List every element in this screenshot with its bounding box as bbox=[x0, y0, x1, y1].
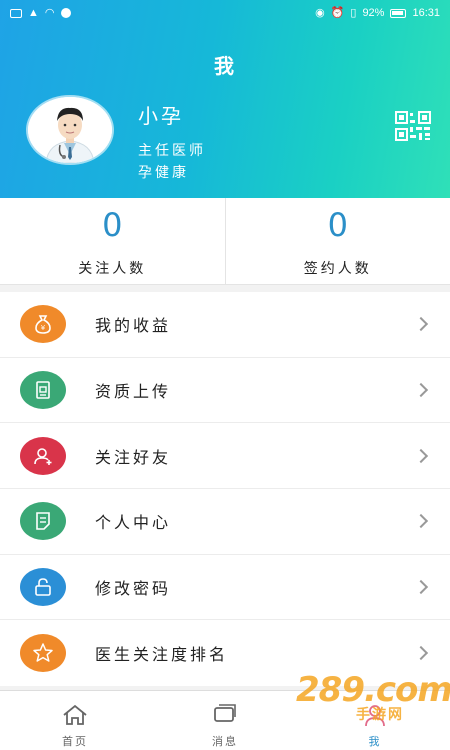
message-icon bbox=[214, 704, 236, 722]
menu-label: 资质上传 bbox=[95, 384, 172, 402]
tab-home[interactable]: 首页 bbox=[0, 691, 150, 750]
user-name: 小孕 bbox=[138, 106, 184, 128]
user-org: 孕健康 bbox=[138, 164, 189, 180]
watermark-sub: 手游网 bbox=[356, 707, 404, 723]
status-time: 16:31 bbox=[412, 7, 440, 19]
battery-percent: 92% bbox=[362, 7, 385, 19]
chevron-right-icon bbox=[413, 580, 429, 595]
menu-item-change-password[interactable]: 修改密码 bbox=[0, 555, 450, 621]
stat-contracts-value: 0 bbox=[327, 206, 348, 244]
certificate-icon bbox=[20, 371, 66, 410]
money-bag-icon: ¥ bbox=[20, 305, 66, 344]
user-title: 主任医师 bbox=[138, 142, 206, 158]
menu-label: 我的收益 bbox=[95, 318, 172, 336]
tab-label: 消息 bbox=[212, 736, 238, 748]
stat-contracts[interactable]: 0 签约人数 bbox=[224, 198, 450, 284]
star-icon bbox=[20, 634, 66, 673]
menu-item-earnings[interactable]: ¥ 我的收益 bbox=[0, 292, 450, 358]
battery-icon bbox=[390, 8, 407, 18]
sim-icon bbox=[10, 8, 22, 18]
menu-item-personal-center[interactable]: 个人中心 bbox=[0, 489, 450, 555]
watermark-logo: 289.com 手游网 bbox=[296, 670, 450, 723]
chevron-right-icon bbox=[413, 317, 429, 332]
stat-followers-label: 关注人数 bbox=[78, 260, 147, 276]
menu-label: 医生关注度排名 bbox=[95, 647, 229, 665]
lock-icon bbox=[20, 568, 66, 607]
chevron-right-icon bbox=[413, 448, 429, 463]
wifi-icon: ◠ bbox=[44, 6, 55, 19]
stat-followers[interactable]: 0 关注人数 bbox=[0, 198, 225, 284]
menu-label: 关注好友 bbox=[95, 449, 172, 467]
signal-icon: ▲ bbox=[28, 6, 39, 19]
svg-text:¥: ¥ bbox=[41, 324, 46, 332]
notification-icon bbox=[60, 8, 71, 18]
status-bar: ▲ ◠ ◉ ⏰ ▯ 92% 16:31 bbox=[0, 0, 450, 26]
home-icon bbox=[63, 704, 87, 725]
tab-label: 我 bbox=[368, 736, 382, 748]
add-friend-icon bbox=[20, 436, 66, 475]
menu-label: 个人中心 bbox=[95, 515, 172, 533]
menu-label: 修改密码 bbox=[95, 581, 172, 599]
chevron-right-icon bbox=[413, 646, 429, 661]
vibrate-icon: ▯ bbox=[350, 6, 357, 19]
profile-doc-icon bbox=[20, 502, 66, 541]
profile-header: ▲ ◠ ◉ ⏰ ▯ 92% 16:31 我 小孕 主任医师 孕健康 bbox=[0, 0, 450, 198]
doctor-avatar[interactable] bbox=[28, 97, 112, 163]
stat-contracts-label: 签约人数 bbox=[303, 260, 372, 276]
chevron-right-icon bbox=[413, 514, 429, 529]
qr-code-icon[interactable] bbox=[395, 111, 431, 141]
eye-icon: ◉ bbox=[315, 6, 325, 19]
menu-item-follow-friends[interactable]: 关注好友 bbox=[0, 423, 450, 490]
menu-item-certification[interactable]: 资质上传 bbox=[0, 358, 450, 424]
chevron-right-icon bbox=[413, 382, 429, 398]
menu-list: ¥ 我的收益 资质上传 关注好友 个人中心 修改密码 医生关注度排名 bbox=[0, 292, 450, 687]
tab-messages[interactable]: 消息 bbox=[150, 691, 300, 750]
page-title: 我 bbox=[214, 56, 236, 78]
alarm-icon: ⏰ bbox=[330, 6, 345, 19]
stats-panel: 0 关注人数 0 签约人数 bbox=[0, 198, 450, 285]
stat-followers-value: 0 bbox=[102, 206, 123, 244]
tab-label: 首页 bbox=[62, 736, 88, 748]
